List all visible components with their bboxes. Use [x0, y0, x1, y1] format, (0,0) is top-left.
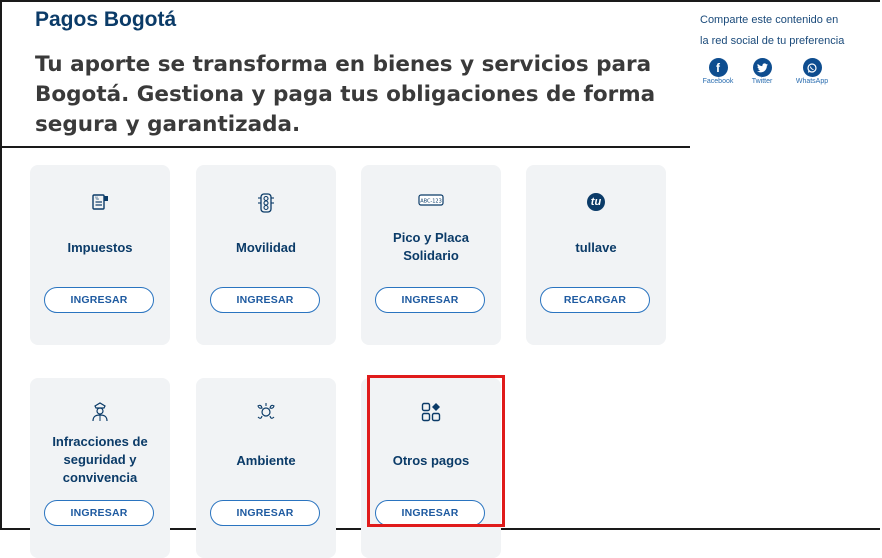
license-plate-icon: ABC-123 [361, 193, 501, 207]
card-title: Impuestos [67, 240, 133, 255]
twitter-icon [752, 58, 772, 77]
card-pico-y-placa: ABC-123 Pico y Placa Solidario INGRESAR [361, 165, 501, 345]
page-title: Pagos Bogotá [35, 8, 177, 31]
whatsapp-icon [802, 58, 822, 77]
share-whatsapp[interactable]: WhatsApp [784, 58, 840, 85]
card-title: Ambiente [236, 453, 296, 468]
traffic-light-icon [196, 193, 336, 213]
card-title: Movilidad [236, 240, 296, 255]
share-whatsapp-label: WhatsApp [795, 78, 829, 85]
ingresar-button[interactable]: INGRESAR [375, 287, 485, 313]
card-ambiente: Ambiente INGRESAR [196, 378, 336, 558]
tullave-logo-text: tu [587, 193, 605, 211]
ingresar-button[interactable]: INGRESAR [44, 287, 154, 313]
plate-text: ABC-123 [420, 198, 442, 204]
card-impuestos: % Impuestos INGRESAR [30, 165, 170, 345]
card-title: Infracciones de seguridad y convivencia [52, 434, 148, 485]
police-officer-icon [30, 402, 170, 422]
card-infracciones: Infracciones de seguridad y convivencia … [30, 378, 170, 558]
header-divider [0, 146, 690, 148]
share-twitter[interactable]: Twitter [734, 58, 790, 85]
card-tullave: tu tullave RECARGAR [526, 165, 666, 345]
card-title: Pico y Placa Solidario [393, 230, 469, 263]
facebook-icon: f [708, 58, 728, 77]
ingresar-button[interactable]: INGRESAR [44, 500, 154, 526]
selection-highlight [367, 375, 505, 527]
ingresar-button[interactable]: INGRESAR [210, 500, 320, 526]
share-twitter-label: Twitter [751, 78, 773, 85]
tullave-logo-icon: tu [526, 193, 666, 211]
tax-document-icon: % [30, 193, 170, 211]
share-text-line2: la red social de tu preferencia [700, 35, 845, 47]
page-lead-text: Tu aporte se transforma en bienes y serv… [35, 52, 656, 137]
card-movilidad: Movilidad INGRESAR [196, 165, 336, 345]
share-text-line1: Comparte este contenido en [700, 14, 839, 26]
share-panel: Comparte este contenido en la red social… [700, 10, 880, 52]
recargar-button[interactable]: RECARGAR [540, 287, 650, 313]
environment-icon [196, 402, 336, 422]
ingresar-button[interactable]: INGRESAR [210, 287, 320, 313]
card-title: tullave [575, 240, 617, 255]
svg-text:%: % [95, 196, 99, 201]
